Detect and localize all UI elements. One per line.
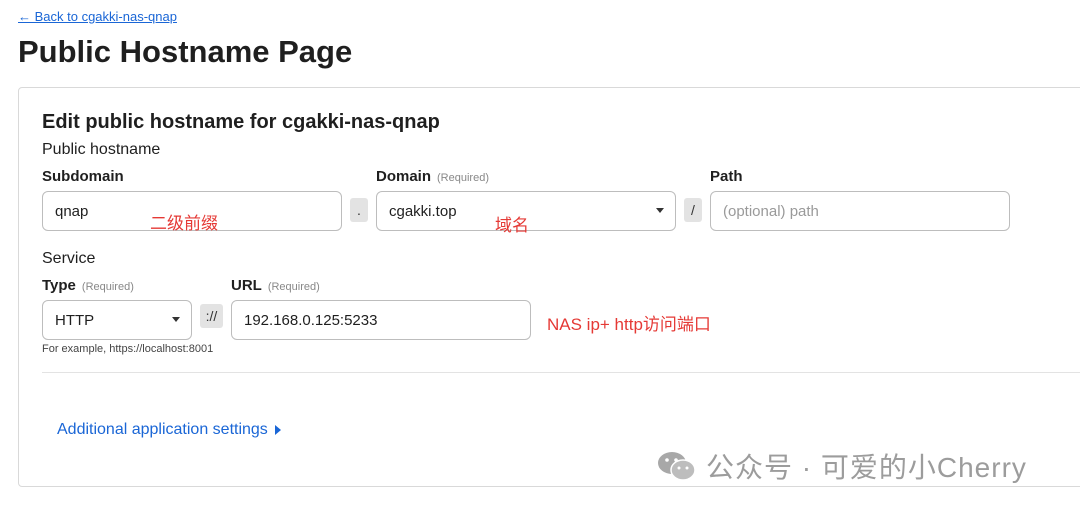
domain-label: Domain (Required) xyxy=(376,168,489,185)
scheme-separator: :// xyxy=(200,304,223,328)
url-annotation: NAS ip+ http访问端口 xyxy=(547,315,711,334)
divider xyxy=(42,372,1080,373)
path-input[interactable]: (optional) path xyxy=(710,191,1010,231)
subdomain-label: Subdomain xyxy=(42,168,124,185)
chevron-down-icon xyxy=(172,317,180,322)
url-input[interactable]: 192.168.0.125:5233 xyxy=(231,300,531,340)
caret-right-icon xyxy=(274,425,281,435)
public-hostname-label: Public hostname xyxy=(42,141,161,158)
hostname-form-card: Edit public hostname for cgakki-nas-qnap… xyxy=(18,87,1080,487)
additional-settings-toggle[interactable]: Additional application settings xyxy=(57,421,281,439)
chevron-down-icon xyxy=(656,208,664,213)
subdomain-annotation: 二级前缀 xyxy=(150,214,218,233)
path-label: Path xyxy=(710,168,743,185)
dot-separator: . xyxy=(350,198,368,222)
wechat-icon xyxy=(656,449,698,483)
page-title: Public Hostname Page xyxy=(18,34,353,69)
type-label: Type (Required) xyxy=(42,277,134,294)
slash-separator: / xyxy=(684,198,702,222)
domain-annotation: 域名 xyxy=(495,216,529,235)
service-label: Service xyxy=(42,250,96,267)
watermark: 公众号 · 可爱的小Cherry xyxy=(656,446,1027,486)
back-link[interactable]: ← Back to cgakki-nas-qnap xyxy=(18,9,177,24)
url-example-hint: For example, https://localhost:8001 xyxy=(42,343,214,355)
type-select[interactable]: HTTP xyxy=(42,300,192,340)
form-title: Edit public hostname for cgakki-nas-qnap xyxy=(42,111,440,133)
url-label: URL (Required) xyxy=(231,277,320,294)
